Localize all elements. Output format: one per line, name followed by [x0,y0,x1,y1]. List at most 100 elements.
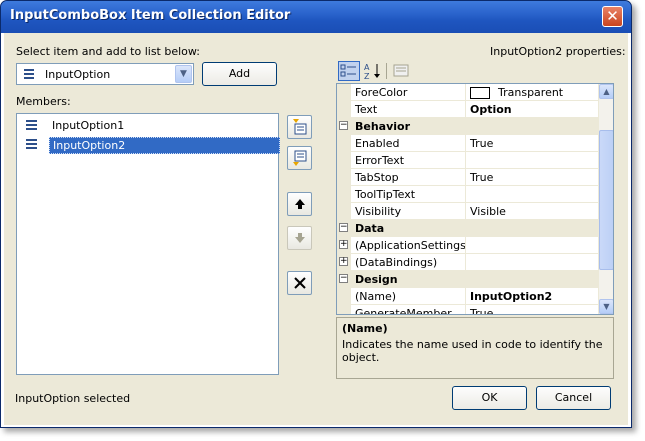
property-name[interactable]: ToolTipText [352,186,466,203]
collapse-icon[interactable]: − [339,223,348,232]
row-gutter [337,203,351,220]
alphabetical-button[interactable]: A Z [362,61,384,81]
property-pages-button[interactable] [390,61,412,81]
property-row[interactable]: Visibility Visible [337,203,599,220]
property-value-text: InputOption2 [470,290,553,303]
category-label: Behavior [355,120,411,133]
move-down-button[interactable] [287,226,312,250]
arrow-up-icon [294,199,305,209]
list-item-icon [26,139,37,149]
close-icon: ✕ [606,7,619,25]
row-gutter [337,305,351,314]
property-value[interactable]: True [467,135,599,152]
status-text: InputOption selected [15,392,131,405]
property-name[interactable]: Visibility [352,203,466,220]
property-name[interactable]: GenerateMember [352,305,466,314]
expand-icon[interactable]: + [339,240,348,249]
property-row[interactable]: + (DataBindings) [337,254,599,271]
sort-az-icon: A Z [364,63,380,81]
title-bar[interactable]: InputComboBox Item Collection Editor ✕ [1,1,631,33]
dialog-client-area: Select item and add to list below: Input… [4,33,628,425]
window-title: InputComboBox Item Collection Editor [10,8,291,23]
row-gutter [337,101,351,118]
row-gutter: + [337,254,351,271]
property-name[interactable]: (DataBindings) [352,254,466,271]
property-value[interactable]: True [467,169,599,186]
property-grid[interactable]: ForeColor Transparent Text Option − Behavior E… [336,83,614,315]
property-row[interactable]: (Name) InputOption2 [337,288,599,305]
row-gutter: − [337,271,351,288]
property-category[interactable]: − Design [337,271,599,288]
collapse-icon[interactable]: − [339,274,348,283]
property-row[interactable]: ForeColor Transparent [337,84,599,101]
property-name[interactable]: ForeColor [352,84,466,101]
property-name[interactable]: TabStop [352,169,466,186]
property-name[interactable]: ErrorText [352,152,466,169]
expand-icon[interactable]: + [339,257,348,266]
property-row[interactable]: Text Option [337,101,599,118]
cancel-button[interactable]: Cancel [536,386,611,410]
ok-button[interactable]: OK [452,386,527,410]
scroll-down-icon[interactable]: ▼ [599,299,613,314]
property-row[interactable]: + (ApplicationSettings) [337,237,599,254]
select-item-label: Select item and add to list below: [16,45,201,58]
add-button[interactable]: Add [202,62,277,86]
collapse-icon[interactable]: − [339,121,348,130]
list-item[interactable]: InputOption2 [23,135,280,154]
property-value[interactable]: True [467,305,599,315]
row-gutter [337,169,351,186]
scroll-thumb[interactable] [599,130,613,270]
property-name[interactable]: (ApplicationSettings) [352,237,466,254]
property-name[interactable]: Text [352,101,466,118]
row-gutter [337,288,351,305]
property-row[interactable]: GenerateMember True [337,305,599,315]
arrow-down-icon [294,233,305,243]
chevron-down-icon[interactable]: ▼ [175,65,192,83]
property-value[interactable] [467,152,599,169]
property-value[interactable] [467,237,599,254]
help-text: Indicates the name used in code to ident… [342,338,603,364]
category-label: Data [355,222,385,235]
help-title: (Name) [342,322,388,335]
property-value-text: Option [470,103,512,116]
property-name[interactable]: (Name) [352,288,466,305]
row-gutter: − [337,220,351,237]
categorized-icon [340,64,356,77]
property-value[interactable]: Visible [467,203,599,220]
list-item-label: InputOption1 [52,119,125,132]
property-value[interactable]: InputOption2 [467,288,599,305]
property-grid-scrollbar[interactable]: ▲ ▼ [598,84,613,314]
members-list[interactable]: InputOption1 InputOption2 [16,113,280,375]
properties-label: InputOption2 properties: [490,45,626,58]
property-value[interactable] [467,254,599,271]
property-value-text: True [470,137,494,150]
list-item[interactable]: InputOption1 [23,116,273,134]
property-value[interactable]: Transparent [467,84,599,101]
row-gutter [337,186,351,203]
property-value-text: Visible [470,205,506,218]
property-value-text: True [470,307,494,315]
close-button[interactable]: ✕ [602,6,623,27]
property-row[interactable]: Enabled True [337,135,599,152]
remove-button[interactable] [287,271,312,295]
item-type-combo[interactable]: InputOption ▼ [16,63,194,85]
property-row[interactable]: ToolTipText [337,186,599,203]
insert-before-button[interactable] [287,115,312,139]
property-value[interactable] [467,186,599,203]
scroll-up-icon[interactable]: ▲ [599,84,613,99]
property-row[interactable]: TabStop True [337,169,599,186]
property-category[interactable]: − Behavior [337,118,599,135]
property-row[interactable]: ErrorText [337,152,599,169]
categorized-button[interactable] [338,61,360,81]
property-description-panel: (Name) Indicates the name used in code t… [336,317,614,379]
property-name[interactable]: Enabled [352,135,466,152]
row-gutter: − [337,118,351,135]
insert-after-button[interactable] [287,146,312,170]
toolbar-separator [386,63,387,79]
row-gutter [337,135,351,152]
move-up-button[interactable] [287,192,312,216]
property-value[interactable]: Option [467,101,599,118]
svg-text:Z: Z [364,72,370,80]
insert-before-icon [292,119,306,135]
property-category[interactable]: − Data [337,220,599,237]
